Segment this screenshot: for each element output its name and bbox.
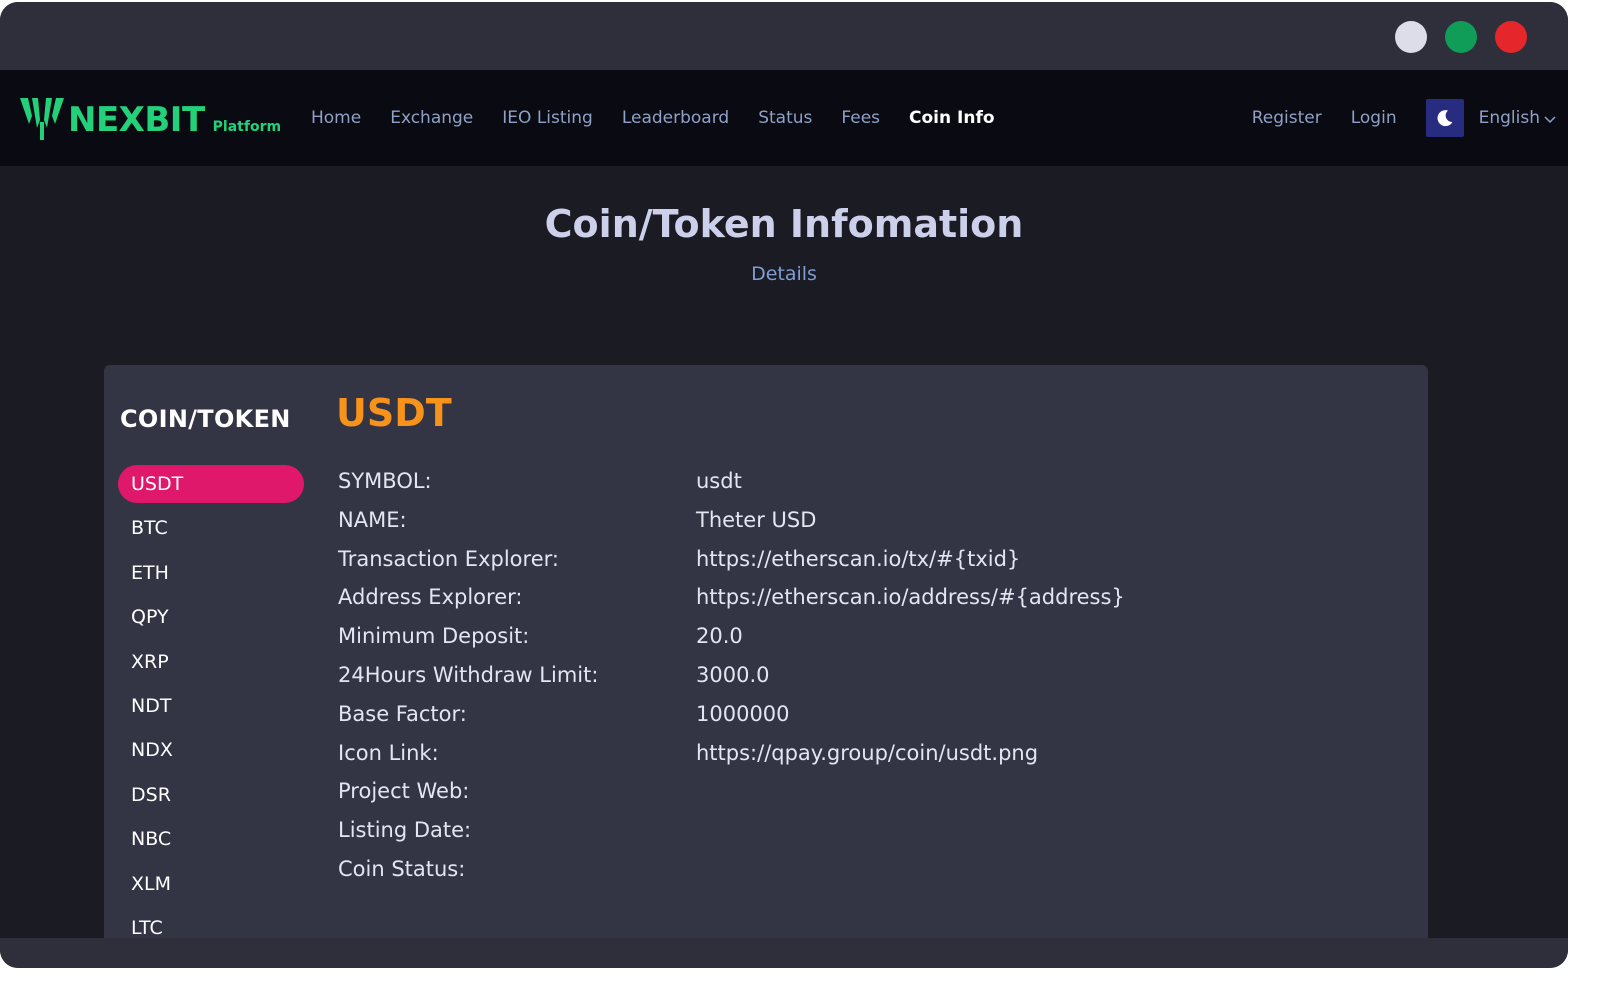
maximize-window-button[interactable] [1445,21,1477,53]
theme-toggle-button[interactable] [1425,99,1464,137]
coin-item-nbc[interactable]: NBC [118,820,304,858]
detail-label: Listing Date: [338,818,472,843]
detail-label: Minimum Deposit: [338,624,530,649]
coin-item-qpy[interactable]: QPY [118,598,304,636]
detail-value: usdt [696,469,742,493]
detail-row-name: NAME: Theter USD [338,501,1125,540]
detail-label: Address Explorer: [338,585,523,610]
window-bottom-bar [0,938,1568,968]
detail-label: SYMBOL: [338,469,432,493]
browser-window: NEXBIT Platform Home Exchange IEO Listin… [0,2,1568,968]
login-link[interactable]: Login [1351,108,1397,128]
nav-status[interactable]: Status [758,108,812,128]
nav-home[interactable]: Home [311,108,361,128]
register-link[interactable]: Register [1252,108,1322,128]
language-selector[interactable]: English [1479,108,1556,128]
detail-value: 20.0 [696,624,743,649]
detail-value: 3000.0 [696,662,770,687]
detail-row-minimum-deposit: Minimum Deposit: 20.0 [338,617,1125,656]
close-window-button[interactable] [1495,21,1527,53]
detail-label: Base Factor: [338,701,467,726]
detail-value: 1000000 [696,701,790,726]
page-subtitle: Details [751,263,817,285]
coin-item-dsr[interactable]: DSR [118,776,304,814]
detail-label: Coin Status: [338,856,466,881]
detail-row-base-factor: Base Factor: 1000000 [338,695,1125,734]
detail-row-address-explorer: Address Explorer: https://etherscan.io/a… [338,578,1125,617]
detail-row-icon-link: Icon Link: https://qpay.group/coin/usdt.… [338,734,1125,773]
minimize-window-button[interactable] [1395,21,1427,53]
window-titlebar [0,2,1568,70]
logo-text: NEXBIT [68,100,205,140]
coin-list: USDT BTC ETH QPY XRP NDT NDX DSR NBC XLM… [118,465,304,953]
detail-label: 24Hours Withdraw Limit: [338,662,599,687]
selected-coin-title: USDT [336,391,452,435]
detail-row-project-web: Project Web: [338,772,1125,811]
detail-label: Transaction Explorer: [338,546,559,571]
coin-details: SYMBOL: usdt NAME: Theter USD Transactio… [338,462,1125,889]
coin-item-xlm[interactable]: XLM [118,865,304,903]
detail-label: Icon Link: [338,740,439,765]
detail-value: https://etherscan.io/tx/#{txid} [696,546,1021,571]
nav-ieo-listing[interactable]: IEO Listing [502,108,593,128]
detail-label: NAME: [338,507,407,532]
detail-value: https://etherscan.io/address/#{address} [696,585,1125,610]
detail-row-withdraw-limit: 24Hours Withdraw Limit: 3000.0 [338,656,1125,695]
detail-row-listing-date: Listing Date: [338,811,1125,850]
detail-row-symbol: SYMBOL: usdt [338,462,1125,501]
sidebar-title: COIN/TOKEN [120,405,291,433]
language-label: English [1478,108,1540,128]
nav-fees[interactable]: Fees [841,108,880,128]
detail-row-transaction-explorer: Transaction Explorer: https://etherscan.… [338,540,1125,579]
nav-account-area: Register Login English [1252,70,1568,166]
coin-item-ndx[interactable]: NDX [118,731,304,769]
coin-item-btc[interactable]: BTC [118,509,304,547]
nav-coin-info[interactable]: Coin Info [909,108,995,128]
top-navbar: NEXBIT Platform Home Exchange IEO Listin… [0,70,1568,166]
site-logo[interactable]: NEXBIT Platform [18,90,281,142]
coin-item-xrp[interactable]: XRP [118,643,304,681]
page-title: Coin/Token Infomation [544,202,1024,246]
logo-mark-icon [20,98,64,140]
detail-value: https://qpay.group/coin/usdt.png [696,740,1039,765]
coin-item-usdt[interactable]: USDT [118,465,304,503]
coin-item-ndt[interactable]: NDT [118,687,304,725]
nav-leaderboard[interactable]: Leaderboard [622,108,729,128]
main-nav: Home Exchange IEO Listing Leaderboard St… [311,70,1024,166]
coin-info-card: COIN/TOKEN USDT BTC ETH QPY XRP NDT NDX … [104,365,1428,968]
chevron-down-icon [1544,115,1556,123]
nav-exchange[interactable]: Exchange [390,108,473,128]
logo-subtext: Platform [212,119,282,135]
detail-label: Project Web: [338,779,470,804]
detail-row-coin-status: Coin Status: [338,850,1125,889]
detail-value: Theter USD [696,507,817,532]
coin-item-eth[interactable]: ETH [118,554,304,592]
moon-icon [1437,110,1453,127]
